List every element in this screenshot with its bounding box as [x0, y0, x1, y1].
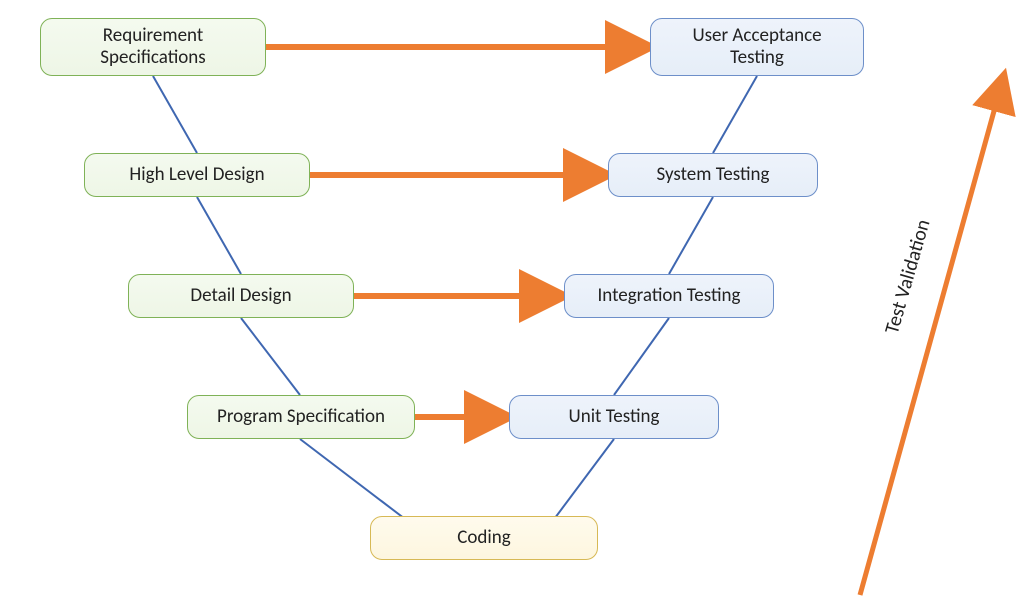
node-user-acceptance-testing: User AcceptanceTesting	[650, 18, 864, 76]
node-label: RequirementSpecifications	[100, 25, 205, 69]
node-label: System Testing	[657, 164, 770, 186]
v-line-left-2	[197, 197, 241, 274]
node-label: Program Specification	[217, 406, 385, 428]
node-high-level-design: High Level Design	[84, 153, 310, 197]
node-detail-design: Detail Design	[128, 274, 354, 318]
node-label: Coding	[457, 527, 510, 549]
node-integration-testing: Integration Testing	[564, 274, 774, 318]
v-line-left-3	[241, 318, 300, 395]
v-line-right-1	[713, 76, 757, 153]
node-system-testing: System Testing	[608, 153, 818, 197]
node-label: Integration Testing	[598, 285, 741, 307]
test-validation-label: Test Validation	[880, 217, 936, 337]
test-validation-arrow	[860, 75, 1004, 595]
node-program-specification: Program Specification	[187, 395, 415, 439]
v-line-right-2	[669, 197, 713, 274]
node-label: Unit Testing	[569, 406, 660, 428]
side-label-text: Test Validation	[880, 217, 936, 337]
node-label: Detail Design	[190, 285, 291, 307]
node-label: User AcceptanceTesting	[692, 25, 821, 69]
node-coding: Coding	[370, 516, 598, 560]
node-label: High Level Design	[129, 164, 264, 186]
v-model-diagram: RequirementSpecifications High Level Des…	[0, 0, 1024, 613]
node-requirement-specifications: RequirementSpecifications	[40, 18, 266, 76]
node-unit-testing: Unit Testing	[509, 395, 719, 439]
v-line-left-1	[153, 76, 197, 153]
v-line-right-3	[614, 318, 669, 395]
